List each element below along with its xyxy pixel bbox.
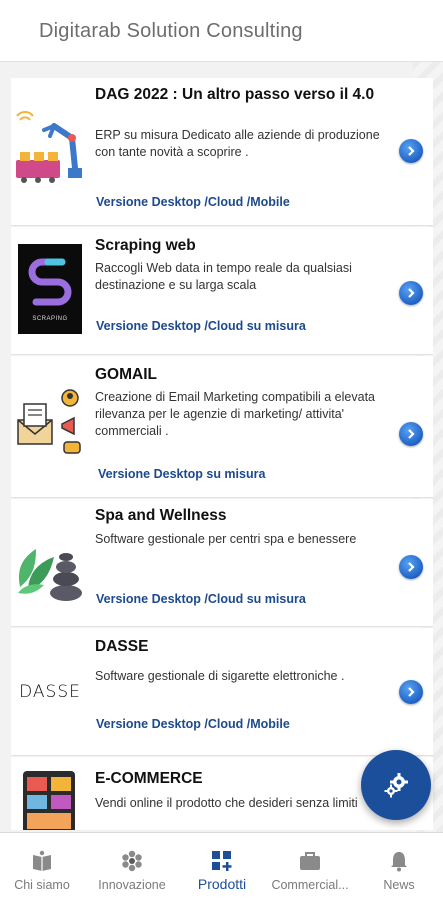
nav-item-news[interactable]: News [358,833,440,900]
ecommerce-icon [23,771,75,830]
product-title: Spa and Wellness [95,507,227,524]
briefcase-icon [300,852,320,870]
product-versions-link[interactable]: Versione Desktop /Cloud su misura [96,592,306,606]
product-description: Software gestionale di sigarette elettro… [95,669,345,683]
product-description: ERP su misura Dedicato alle aziende di p… [95,128,380,159]
bell-icon [391,852,407,872]
scraping-logo-caption: SCRAPING [32,316,68,322]
chevron-right-icon [408,429,415,439]
settings-fab-button[interactable] [361,750,431,820]
product-title: DASSE [95,638,149,655]
open-product-button[interactable] [399,139,423,163]
nav-label: Commercial... [271,878,349,892]
product-card-dag[interactable]: DAG 2022 : Un altro passo verso il 4.0 E… [11,78,433,226]
product-versions-link[interactable]: Versione Desktop /Cloud /Mobile [96,717,290,731]
nav-label: Prodotti [197,876,247,892]
product-title: E-COMMERCE [95,770,203,787]
open-product-button[interactable] [399,281,423,305]
open-product-button[interactable] [399,422,423,446]
email-marketing-icon [17,389,81,454]
chevron-right-icon [408,687,415,697]
book-icon [33,850,51,871]
chevron-right-icon [408,146,415,156]
nav-item-commerciale[interactable]: Commercial... [264,833,356,900]
scraping-logo: SCRAPING [18,244,82,334]
product-versions-link[interactable]: Versione Desktop /Cloud su misura [96,319,306,333]
product-list[interactable]: DAG 2022 : Un altro passo verso il 4.0 E… [11,78,433,830]
product-versions-link[interactable]: Versione Desktop /Cloud /Mobile [96,195,290,209]
app-title: Digitarab Solution Consulting [39,20,303,42]
product-description: Software gestionale per centri spa e ben… [95,532,357,546]
product-description: Vendi online il prodotto che desideri se… [95,796,358,810]
product-card-dasse[interactable]: DASSE DASSE Software gestionale di sigar… [11,628,433,756]
product-title: Scraping web [95,237,196,254]
robotic-arm-factory-icon [16,111,82,183]
app-header: Digitarab Solution Consulting [0,0,443,62]
grid-plus-icon [212,851,232,871]
nav-item-chi-siamo[interactable]: Chi siamo [0,833,84,900]
gear-icon [384,773,408,798]
flower-icon [122,850,142,872]
chevron-right-icon [408,288,415,298]
product-card-scraping[interactable]: SCRAPING Scraping web Raccogli Web data … [11,227,433,355]
nav-label: Chi siamo [14,878,70,892]
open-product-button[interactable] [399,555,423,579]
product-title: DAG 2022 : Un altro passo verso il 4.0 [95,86,375,103]
nav-item-innovazione[interactable]: Innovazione [86,833,178,900]
nav-label: Innovazione [98,878,166,892]
product-title: GOMAIL [95,366,157,383]
product-versions-link[interactable]: Versione Desktop su misura [98,467,265,481]
product-card-gomail[interactable]: GOMAIL Creazione di Email Marketing comp… [11,356,433,498]
chevron-right-icon [408,562,415,572]
product-description: Creazione di Email Marketing compatibili… [95,390,375,438]
dasse-logo: DASSE [15,662,85,722]
bottom-navigation: Chi siamo Innovazione Prodotti Commercia… [0,832,443,900]
nav-item-prodotti[interactable]: Prodotti [180,833,264,900]
dasse-logo-text: DASSE [19,682,81,702]
spa-stones-icon [18,549,82,601]
open-product-button[interactable] [399,680,423,704]
product-card-spa[interactable]: Spa and Wellness Software gestionale per… [11,499,433,627]
nav-label: News [383,878,415,892]
product-description: Raccogli Web data in tempo reale da qual… [95,261,352,292]
